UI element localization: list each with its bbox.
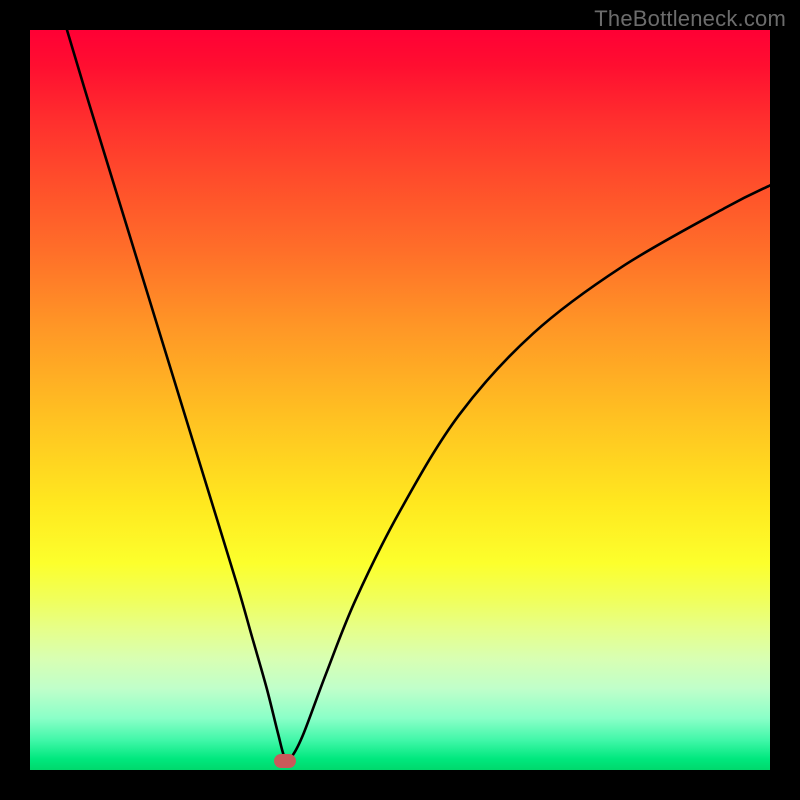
watermark-text: TheBottleneck.com: [594, 6, 786, 32]
plot-area: [30, 30, 770, 770]
optimal-marker: [274, 754, 296, 768]
bottleneck-curve: [30, 30, 770, 770]
